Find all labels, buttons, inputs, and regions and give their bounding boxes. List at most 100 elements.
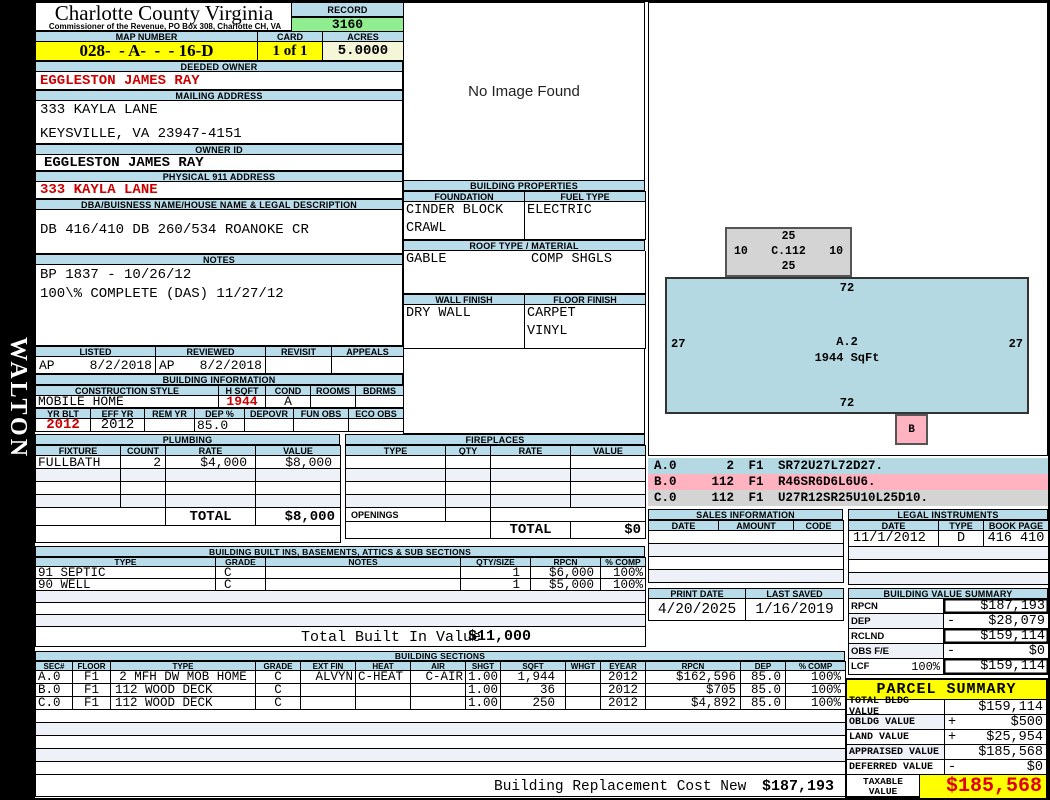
sketch-legend: A.0 2 F1 SR72U27L72D27. B.0 112 F1 R46SR… <box>648 458 1048 507</box>
vs-value-cell: $159,114 <box>944 659 1049 675</box>
fixture-value: FULLBATH <box>36 456 121 469</box>
sales-title: SALES INFORMATION <box>648 509 843 520</box>
plumbing-bottom-row <box>35 526 341 543</box>
legal-row: 11/1/2012 D 416 410 <box>848 531 1049 547</box>
built-ins-total-value: $11,000 <box>467 628 531 645</box>
ps-op: - <box>948 759 957 775</box>
sketch-a-right-dim: 27 <box>1008 337 1023 351</box>
value-summary-row: LCF 100% $159,114 <box>848 659 1049 675</box>
dep-value: 85.0 <box>195 419 245 432</box>
bdrms-label: BDRMS <box>356 385 404 396</box>
bi-notes <box>266 567 461 579</box>
vs-label-cell: LCF 100% <box>849 659 944 675</box>
commissioner-line: Commissioner of the Revenue, PO Box 308,… <box>48 22 282 31</box>
cond-value: A <box>266 396 311 408</box>
deeded-owner-label: DEEDED OWNER <box>35 61 403 72</box>
physical-address-value: 333 KAYLA LANE <box>35 182 403 199</box>
bi-notes <box>266 579 461 591</box>
built-ins-total-row: Total Built In Value $11,000 <box>35 627 646 647</box>
legend-row-c: C.0 112 F1 U27R12SR25U10L25D10. <box>648 490 1048 506</box>
ps-value: $185,568 <box>978 744 1043 760</box>
fireplaces-empty-row <box>345 495 646 508</box>
legend-a-sec: A.0 <box>654 459 677 473</box>
ps-label: TOTAL BLDG VALUE <box>847 696 945 718</box>
parcel-row: DEFERRED VALUE - $0 <box>847 760 1046 775</box>
legend-b-trace: R46SR6D6L6U6. <box>778 475 876 489</box>
wall-floor-header: WALL FINISH FLOOR FINISH <box>403 294 646 305</box>
vs-value: $159,114 <box>980 659 1045 674</box>
listed-date: 8/2/2018 <box>89 357 152 373</box>
legend-a-floor: F1 <box>748 459 764 473</box>
building-section-row: B.0 F1 112 WOOD DECK C 1.00 36 2012 $705… <box>35 684 846 697</box>
parcel-row: TOTAL BLDG VALUE $159,114 <box>847 696 1046 718</box>
rcn-value: $187,193 <box>761 778 834 795</box>
legal-empty-row <box>848 560 1049 573</box>
value-summary-row: DEP - $28,079 <box>848 614 1049 629</box>
bi-type-label: TYPE <box>36 557 216 567</box>
fireplaces-empty-row <box>345 456 646 469</box>
remyr-label: REM YR <box>145 408 195 419</box>
bi-rpcn: $5,000 <box>531 579 601 591</box>
fp-qty-label: QTY <box>446 445 491 456</box>
vs-label: OBS F/E <box>849 644 944 659</box>
plumbing-total-label: TOTAL <box>166 508 256 526</box>
yrblt-value: 2012 <box>36 419 91 432</box>
ps-value-cell: $185,568 <box>945 744 1046 760</box>
floor-finish-line1: CARPET <box>527 306 576 321</box>
depovr-label: DEPOVR <box>245 408 294 419</box>
acres-value: 5.0000 <box>323 42 404 61</box>
bs-dep-label: DEP <box>741 661 786 671</box>
bs-whgt-label: WHGT <box>566 661 601 671</box>
ps-value: $0 <box>1026 759 1043 775</box>
building-sections-empty-row <box>35 762 846 775</box>
bi-comp: 100% <box>601 567 646 579</box>
parcel-row: APPRAISED VALUE $185,568 <box>847 745 1046 760</box>
bs-sec-label: SEC# <box>36 661 73 671</box>
floor-finish-label: FLOOR FINISH <box>525 294 646 305</box>
built-ins-empty-row <box>35 603 646 615</box>
plumbing-total-value: $8,000 <box>256 508 341 526</box>
building-properties-title: BUILDING PROPERTIES <box>403 180 645 191</box>
built-ins-empty-row <box>35 615 646 627</box>
listed-by: AP <box>39 357 55 373</box>
reviewed-by: AP <box>159 357 175 373</box>
sketch-c-bottom-dim: 25 <box>781 260 796 273</box>
funobs-value <box>294 419 349 432</box>
sales-amount-label: AMOUNT <box>719 520 794 531</box>
sales-header-row: DATE AMOUNT CODE <box>648 520 844 531</box>
mailing-address-label: MAILING ADDRESS <box>35 90 403 101</box>
revisit-label: REVISIT <box>266 346 332 357</box>
wall-finish-value: DRY WALL <box>406 306 471 321</box>
sketch-section-b: B <box>895 414 928 445</box>
legal-date-label: DATE <box>849 520 939 531</box>
bs-eyear-label: EYEAR <box>601 661 646 671</box>
bs-comp-label: % COMP <box>786 661 846 671</box>
value-summary-row: RCLND $159,114 <box>848 629 1049 644</box>
rooms-value <box>311 396 356 408</box>
effyr-label: EFF YR <box>91 408 145 419</box>
fireplaces-total-value: $0 <box>571 522 646 539</box>
bi-type: 90 WELL <box>36 579 216 591</box>
last-saved-label: LAST SAVED <box>746 588 844 599</box>
ps-label: DEFERRED VALUE <box>847 760 945 774</box>
parcel-summary-panel: PARCEL SUMMARY TOTAL BLDG VALUE $159,114… <box>845 678 1048 798</box>
vs-value-cell: - $28,079 <box>944 614 1049 629</box>
legal-title: LEGAL INSTRUMENTS <box>848 509 1048 520</box>
deeded-owner-value: EGGLESTON JAMES RAY <box>35 72 403 90</box>
sketch-c-top-dim: 25 <box>781 230 796 243</box>
taxable-label-line1: TAXABLE <box>863 775 903 787</box>
bs-air-label: AIR <box>411 661 466 671</box>
taxable-label-line2: VALUE <box>868 785 898 797</box>
vs-op: - <box>947 644 956 659</box>
roof-label: ROOF TYPE / MATERIAL <box>403 240 645 251</box>
bi-comp: 100% <box>601 579 646 591</box>
foundation-label: FOUNDATION <box>404 191 525 202</box>
value-summary-row: RPCN $187,193 <box>848 599 1049 614</box>
vs-op: - <box>947 614 956 629</box>
taxable-row: TAXABLE VALUE $185,568 <box>847 775 1046 798</box>
plumbing-empty-row <box>35 469 341 482</box>
fireplaces-empty-row <box>345 469 646 482</box>
card-label: CARD <box>258 31 323 42</box>
title-panel: Charlotte County Virginia Commissioner o… <box>35 1 404 32</box>
ps-label: LAND VALUE <box>847 730 945 744</box>
